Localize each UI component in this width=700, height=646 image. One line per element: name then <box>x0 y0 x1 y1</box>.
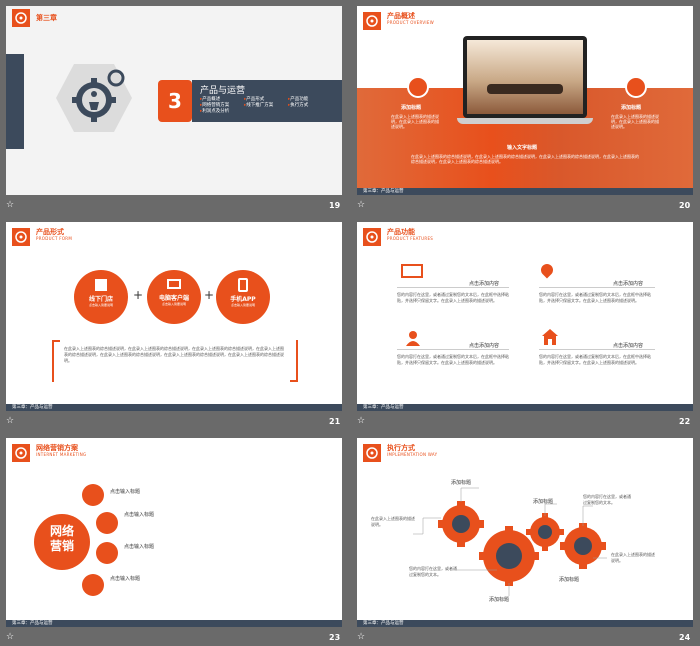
feature-text: 您的内容打在这里，或者通过复制您的文本后，在此框中选择粘贴，并选择只保留文字。在… <box>397 292 509 303</box>
gear-label: 添加标题 <box>489 597 510 603</box>
slide-22[interactable]: 产品功能 PRODUCT FEATURES 点击添加内容 您的内容打在这里，或者… <box>357 222 693 411</box>
gear-text: 您的内容打在这里，或者通过复制您的文本。 <box>409 566 457 577</box>
gear-text: 您的内容打在这里，或者通过复制您的文本。 <box>583 494 631 505</box>
house-icon <box>541 328 559 346</box>
slide-21[interactable]: 产品形式 PRODUCT FORM 线下门店 点击输入简要说明 + 电脑客户端 … <box>6 222 342 411</box>
slide-19[interactable]: 第三章 3 产品与运营 ▸产品概述 ▸产品形式 ▸产品功能 ▸网络营销方案 ▸线下推广… <box>6 6 342 195</box>
feature-line <box>539 349 655 350</box>
right-text: 在此录入上述图表的描述说明，在此录入上述图表的描述说明。 <box>611 114 659 129</box>
slide-footer: 第三章：产品与运营 <box>357 620 693 627</box>
laptop-image <box>457 36 593 128</box>
chapter-label: 第三章 <box>36 14 57 22</box>
star-icon[interactable]: ☆ <box>357 200 365 210</box>
side-tab <box>6 54 24 149</box>
branch-label[interactable]: 点击输入标题 <box>110 575 140 582</box>
gear-label: 添加标题 <box>559 577 580 583</box>
feature-line <box>397 287 509 288</box>
logo-icon <box>12 444 30 462</box>
center-circle: 网络 营销 <box>34 514 90 570</box>
branch-label[interactable]: 点击输入标题 <box>124 511 154 518</box>
branch-label[interactable]: 点击输入标题 <box>124 543 154 550</box>
feature-text: 您的内容打在这里，或者通过复制您的文本后，在此框中选择粘贴，并选择只保留文字。在… <box>539 354 651 365</box>
page-number: 21 <box>329 417 341 426</box>
slide-footer: 第三章：产品与运营 <box>357 188 693 195</box>
page-number: 22 <box>679 417 691 426</box>
slide-subtitle: PRODUCT FEATURES <box>387 236 434 241</box>
left-label: 添加标题 <box>401 105 422 111</box>
gear-text: 在此录入上述图表的描述说明。 <box>371 516 415 527</box>
circle-store[interactable]: 线下门店 点击输入简要说明 <box>74 270 128 324</box>
branch-dot[interactable] <box>82 574 104 596</box>
slide-footer: 第三章：产品与运营 <box>6 620 342 627</box>
section-items: ▸产品概述 ▸产品形式 ▸产品功能 ▸网络营销方案 ▸线下推广方案 ▸执行方式 ▸利润点… <box>200 97 340 115</box>
slide-footer: 第三章：产品与运营 <box>357 404 693 411</box>
chapter-header: 第三章 <box>6 6 342 27</box>
slide-subtitle: PRODUCT OVERVIEW <box>387 20 434 25</box>
right-badge <box>625 76 647 98</box>
bracket-right <box>290 340 298 382</box>
star-icon[interactable]: ☆ <box>6 200 14 210</box>
gears-diagram <box>413 487 607 596</box>
star-icon[interactable]: ☆ <box>6 416 14 426</box>
circle-desktop[interactable]: 电脑客户端 点击输入简要说明 <box>147 270 201 324</box>
laptop-icon <box>401 264 423 278</box>
feature-title: 点击添加内容 <box>469 343 500 349</box>
logo-icon <box>12 228 30 246</box>
gear-label: 添加标题 <box>451 480 472 486</box>
feature-text: 您的内容打在这里，或者通过复制您的文本后，在此框中选择粘贴，并选择只保留文字。在… <box>539 292 651 303</box>
slide-23[interactable]: 网络营销方案 INTERNET MARKETING 网络 营销 点击输入标题 点… <box>6 438 342 627</box>
page-number: 19 <box>329 201 341 210</box>
star-icon[interactable]: ☆ <box>357 416 365 426</box>
section-panel: 产品与运营 ▸产品概述 ▸产品形式 ▸产品功能 ▸网络营销方案 ▸线下推广方案 ▸执行方… <box>192 80 342 122</box>
slide-24[interactable]: 执行方式 IMPLEMENTATION WAY 添加标题 添加标题 添加标题 添… <box>357 438 693 627</box>
description: 在此录入上述图表的综合描述说明，在此录入上述图表的综合描述说明，在此录入上述图表… <box>64 346 284 363</box>
slide-subtitle: INTERNET MARKETING <box>36 452 87 457</box>
feature-line <box>397 349 509 350</box>
location-icon <box>538 261 556 279</box>
monitor-icon <box>167 279 181 289</box>
branch-dot[interactable] <box>82 484 104 506</box>
right-label: 添加标题 <box>621 105 642 111</box>
logo-icon <box>12 9 30 27</box>
logo-icon <box>363 228 381 246</box>
section-title: 产品与运营 <box>200 86 246 96</box>
section-item[interactable]: ▸利润点及分析 <box>200 109 244 115</box>
branch-label[interactable]: 点击输入标题 <box>110 488 140 495</box>
gear-person-hexagon <box>54 58 134 138</box>
center-label: 输入文字标题 <box>507 145 538 151</box>
feature-line <box>539 287 655 288</box>
user-icon <box>405 330 421 346</box>
branch-dot[interactable] <box>96 542 118 564</box>
section-item[interactable]: ▸执行方式 <box>288 103 332 109</box>
plus-sign: + <box>133 288 144 302</box>
phone-icon <box>238 278 248 292</box>
page-number: 20 <box>679 201 691 210</box>
slide-footer: 第三章：产品与运营 <box>6 404 342 411</box>
star-icon[interactable]: ☆ <box>6 632 14 642</box>
page-number: 24 <box>679 633 691 642</box>
left-text: 在此录入上述图表的描述说明，在此录入上述图表的描述说明。 <box>391 114 439 129</box>
page-number: 23 <box>329 633 341 642</box>
feature-text: 您的内容打在这里，或者通过复制您的文本后，在此框中选择粘贴，并选择只保留文字。在… <box>397 354 509 365</box>
circle-app[interactable]: 手机APP 点击输入简要说明 <box>216 270 270 324</box>
center-text: 在此录入上述图表的综合描述说明，在此录入上述图表的综合描述说明，在此录入上述图表… <box>411 154 639 164</box>
gear-text: 在此录入上述图表的描述说明。 <box>611 552 655 563</box>
slide-20[interactable]: 产品概述 PRODUCT OVERVIEW 添加标题 添加标题 在此录入上述图表… <box>357 6 693 195</box>
feature-title: 点击添加内容 <box>613 343 644 349</box>
section-number: 3 <box>158 80 192 122</box>
bracket-left <box>52 340 60 382</box>
building-icon <box>95 279 107 291</box>
feature-title: 点击添加内容 <box>613 281 644 287</box>
gear-label: 添加标题 <box>533 499 554 505</box>
feature-title: 点击添加内容 <box>469 281 500 287</box>
left-badge <box>407 76 429 98</box>
branch-dot[interactable] <box>96 512 118 534</box>
star-icon[interactable]: ☆ <box>357 632 365 642</box>
section-item[interactable]: ▸线下推广方案 <box>244 103 288 109</box>
plus-sign: + <box>204 288 215 302</box>
slide-subtitle: PRODUCT FORM <box>36 236 73 241</box>
logo-icon <box>363 12 381 30</box>
